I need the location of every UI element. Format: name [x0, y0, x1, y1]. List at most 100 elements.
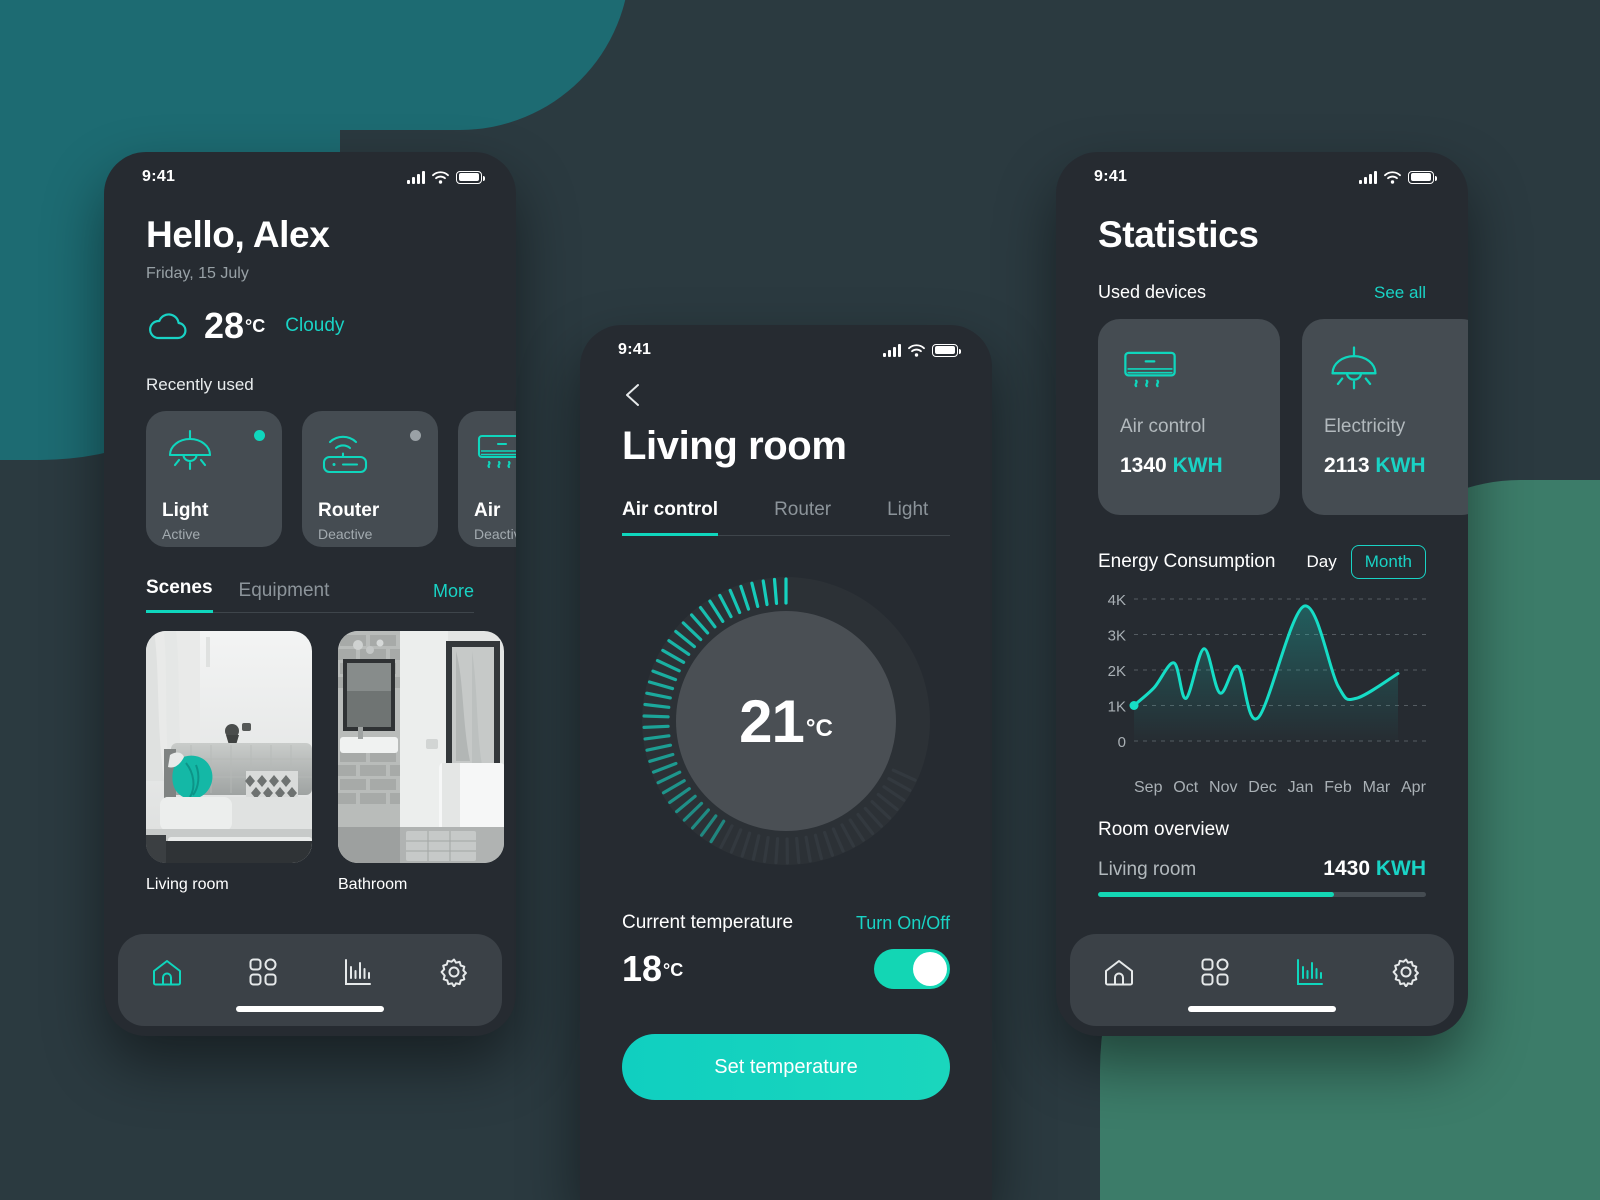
wifi-icon — [908, 343, 925, 357]
signal-bars-icon — [407, 170, 425, 184]
room-overview-progress-fill — [1098, 892, 1335, 897]
gear-icon[interactable] — [439, 957, 469, 987]
range-option-month[interactable]: Month — [1350, 545, 1426, 579]
chart-x-label: Dec — [1248, 779, 1277, 796]
home-icon[interactable] — [1104, 958, 1134, 986]
phone-screen-room-detail: 9:41 Living room Air control Router Ligh… — [580, 325, 992, 1200]
page-title: Statistics — [1098, 214, 1259, 255]
room-overview-progress — [1098, 892, 1426, 897]
scene-list: Living room Bathroom — [146, 631, 504, 894]
room-overview-value: 1430 — [1323, 857, 1370, 880]
device-state: Deactive — [318, 526, 373, 542]
chart-x-label: Nov — [1209, 779, 1238, 796]
power-toggle[interactable] — [874, 949, 950, 989]
dial-temperature-value: 21 — [739, 687, 805, 755]
device-status-dot — [254, 430, 265, 441]
weather-unit: °C — [245, 316, 266, 336]
device-card-air[interactable]: Air Deactive — [458, 411, 516, 547]
more-link[interactable]: More — [433, 581, 474, 613]
weather-temperature: 28 — [204, 305, 245, 346]
status-time: 9:41 — [142, 168, 176, 185]
scene-card-bathroom[interactable]: Bathroom — [338, 631, 504, 894]
chart-x-label: Mar — [1362, 779, 1391, 796]
room-overview-label: Room overview — [1098, 819, 1229, 840]
room-overview-row[interactable]: Living room 1430 KWH — [1098, 857, 1426, 881]
device-name: Router — [318, 500, 380, 521]
bottom-navigation — [118, 934, 502, 1026]
bottom-navigation — [1070, 934, 1454, 1026]
chart-x-label: Oct — [1173, 779, 1199, 796]
grid-icon[interactable] — [249, 958, 277, 986]
current-date: Friday, 15 July — [146, 265, 249, 282]
tab-router[interactable]: Router — [774, 499, 831, 536]
range-option-day[interactable]: Day — [1307, 552, 1337, 572]
status-indicators — [1359, 170, 1437, 184]
grid-icon[interactable] — [1201, 958, 1229, 986]
gear-icon[interactable] — [1391, 957, 1421, 987]
phone-screen-home: 9:41 Hello, Alex Friday, 15 July 28°C Cl… — [104, 152, 516, 1036]
home-indicator — [1188, 1006, 1336, 1012]
screenshot-canvas: 9:41 Hello, Alex Friday, 15 July 28°C Cl… — [0, 0, 1600, 1200]
air-conditioner-icon — [477, 434, 516, 469]
svg-text:1K: 1K — [1108, 699, 1126, 716]
signal-bars-icon — [1359, 170, 1377, 184]
current-temperature-value-row: 18°C — [622, 948, 950, 990]
bathroom-photo — [338, 631, 504, 863]
signal-bars-icon — [883, 343, 901, 357]
battery-icon — [1408, 170, 1437, 184]
chart-x-label: Sep — [1134, 779, 1163, 796]
svg-text:3K: 3K — [1108, 628, 1126, 645]
room-overview-name: Living room — [1098, 859, 1197, 880]
energy-consumption-title: Energy Consumption — [1098, 551, 1276, 572]
bar-chart-icon[interactable] — [1296, 958, 1324, 986]
status-bar: 9:41 — [1056, 152, 1468, 186]
used-device-card-air-control[interactable]: Air control 1340 KWH — [1098, 319, 1280, 515]
temperature-dial-container: 21°C — [622, 574, 950, 868]
current-temperature-label: Current temperature — [622, 912, 794, 933]
used-device-value: 1340 — [1120, 454, 1167, 477]
temperature-dial[interactable]: 21°C — [639, 574, 933, 868]
tab-air-control[interactable]: Air control — [622, 499, 719, 536]
wifi-icon — [432, 170, 449, 184]
room-overview-unit: KWH — [1375, 857, 1426, 880]
used-device-name: Electricity — [1324, 416, 1406, 437]
chart-x-label: Jan — [1287, 779, 1314, 796]
device-name: Air — [474, 500, 501, 521]
device-card-router[interactable]: Router Deactive — [302, 411, 438, 547]
device-state: Active — [162, 526, 201, 542]
device-status-dot — [410, 430, 421, 441]
range-selector: Day Month — [1307, 545, 1426, 579]
used-device-name: Air control — [1120, 416, 1206, 437]
scene-name: Living room — [146, 876, 229, 893]
tab-equipment[interactable]: Equipment — [239, 580, 330, 613]
living-room-photo — [146, 631, 312, 863]
home-icon[interactable] — [152, 958, 182, 986]
bar-chart-icon[interactable] — [344, 958, 372, 986]
set-temperature-button[interactable]: Set temperature — [622, 1034, 950, 1100]
tab-scenes[interactable]: Scenes — [146, 577, 213, 613]
tab-light[interactable]: Light — [887, 499, 928, 536]
background-blob-top-left-extension — [0, 0, 630, 130]
used-devices-header: Used devices See all — [1098, 282, 1426, 303]
scene-name: Bathroom — [338, 876, 408, 893]
energy-consumption-header: Energy Consumption Day Month — [1098, 545, 1426, 579]
status-indicators — [407, 170, 485, 184]
pendant-lamp-icon — [168, 429, 212, 471]
used-device-card-electricity[interactable]: Electricity 2113 KWH — [1302, 319, 1468, 515]
device-card-light[interactable]: Light Active — [146, 411, 282, 547]
chevron-left-icon[interactable] — [622, 383, 646, 407]
svg-text:4K: 4K — [1108, 592, 1126, 609]
device-state: Deactive — [474, 526, 516, 542]
dial-temperature-unit: °C — [805, 714, 833, 742]
scene-card-living-room[interactable]: Living room — [146, 631, 312, 894]
energy-consumption-chart: 0 1K 2K 3K 4K — [1098, 589, 1426, 775]
svg-text:2K: 2K — [1108, 663, 1126, 680]
toggle-knob — [913, 952, 947, 986]
battery-icon — [932, 343, 961, 357]
used-device-unit: KWH — [1172, 454, 1223, 477]
battery-icon — [456, 170, 485, 184]
turn-on-off-link[interactable]: Turn On/Off — [856, 913, 950, 934]
current-temperature-value: 18 — [622, 948, 663, 989]
chart-x-label: Apr — [1401, 779, 1426, 796]
see-all-link[interactable]: See all — [1374, 283, 1426, 303]
